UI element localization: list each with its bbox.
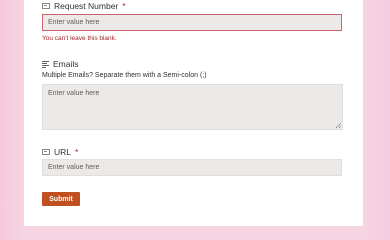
textbox-icon — [42, 3, 50, 9]
url-placeholder: Enter value here — [48, 164, 100, 171]
request-number-label-text: Request Number — [54, 1, 119, 11]
url-label-text: URL — [54, 147, 72, 157]
emails-label-text: Emails — [53, 59, 79, 69]
request-number-label: Request Number * — [42, 1, 126, 11]
url-input[interactable]: Enter value here — [42, 159, 342, 176]
submit-button[interactable]: Submit — [42, 192, 80, 206]
resize-grip-icon[interactable] — [336, 123, 341, 128]
emails-label: Emails — [42, 59, 79, 69]
request-number-error: You can't leave this blank. — [42, 35, 117, 42]
form-card: Request Number * Enter value here You ca… — [24, 0, 363, 226]
emails-textarea[interactable]: Enter value here — [42, 84, 343, 130]
required-mark: * — [122, 1, 126, 11]
emails-help-text: Multiple Emails? Separate them with a Se… — [42, 72, 207, 79]
emails-placeholder: Enter value here — [48, 90, 100, 97]
url-label: URL * — [42, 147, 78, 157]
request-number-input[interactable]: Enter value here — [42, 14, 342, 31]
required-mark: * — [75, 147, 79, 157]
textbox-icon — [42, 149, 50, 155]
multiline-text-icon — [42, 60, 49, 68]
request-number-placeholder: Enter value here — [48, 19, 100, 26]
